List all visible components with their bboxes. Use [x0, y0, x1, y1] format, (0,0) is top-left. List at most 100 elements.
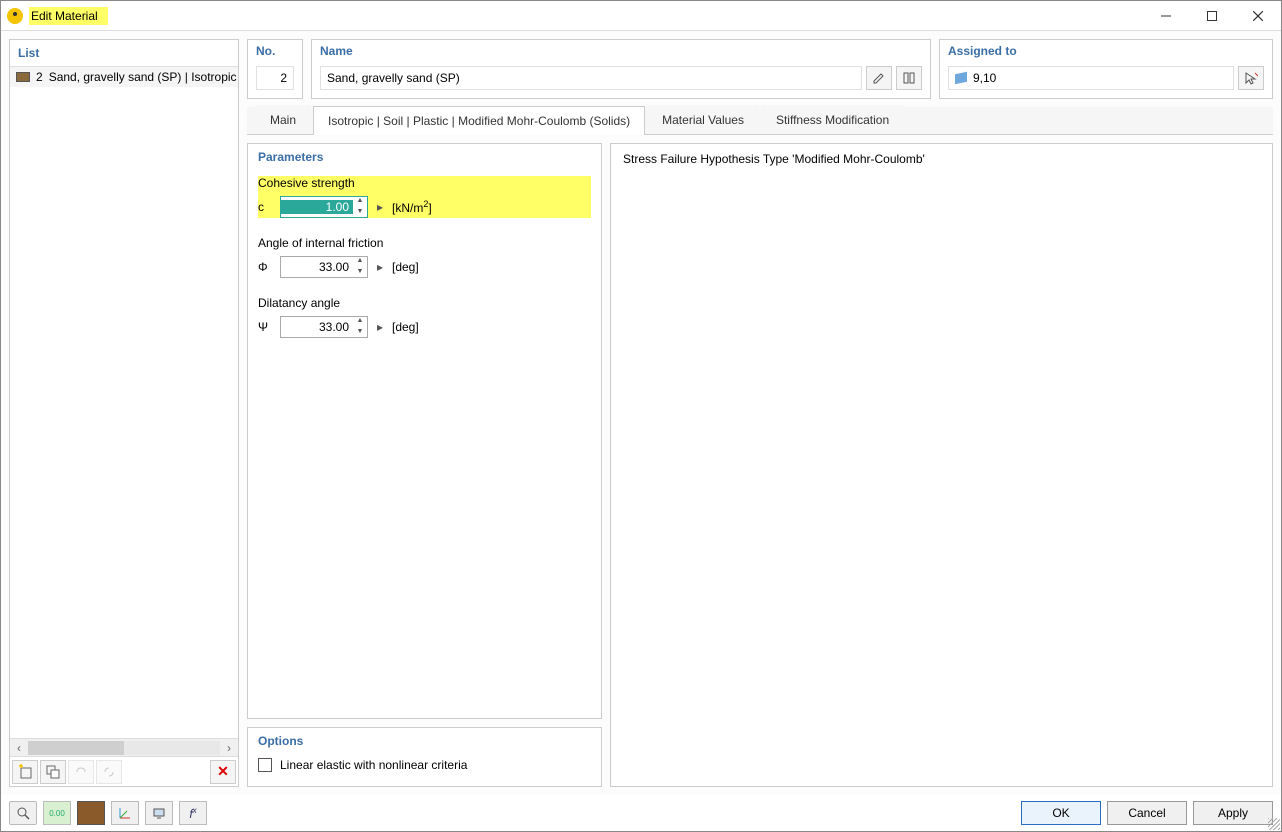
assigned-input[interactable]: 9,10 [948, 66, 1234, 90]
spin-up-icon[interactable]: ▲ [353, 316, 367, 327]
content-area: List 2 Sand, gravelly sand (SP) | Isotro… [1, 31, 1281, 795]
minimize-button[interactable] [1143, 1, 1189, 31]
tab-body: Parameters Cohesive strength c 1.00 ▲▼ [247, 143, 1273, 787]
book-icon [902, 71, 916, 85]
parameters-panel: Parameters Cohesive strength c 1.00 ▲▼ [247, 143, 602, 719]
material-list-panel: List 2 Sand, gravelly sand (SP) | Isotro… [9, 39, 239, 787]
function-button[interactable]: fx [179, 801, 207, 825]
name-input[interactable] [320, 66, 862, 90]
detail-area: No. Name [247, 39, 1273, 787]
parameters-title: Parameters [248, 144, 601, 170]
toolbar-button-3 [68, 760, 94, 784]
tab-stiffness-modification[interactable]: Stiffness Modification [761, 105, 904, 134]
cancel-button[interactable]: Cancel [1107, 801, 1187, 825]
titlebar: Edit Material [1, 1, 1281, 31]
material-list[interactable]: 2 Sand, gravelly sand (SP) | Isotropic |… [10, 67, 238, 738]
close-button[interactable] [1235, 1, 1281, 31]
maximize-icon [1207, 11, 1217, 21]
cursor-pick-icon [1244, 71, 1258, 85]
spin-up-icon[interactable]: ▲ [353, 196, 367, 207]
axis-button[interactable] [111, 801, 139, 825]
scroll-thumb[interactable] [28, 741, 124, 755]
link-icon [73, 764, 89, 780]
list-horizontal-scrollbar[interactable]: ‹ › [10, 738, 238, 756]
scroll-right-arrow[interactable]: › [220, 741, 238, 755]
solid-icon [955, 72, 967, 85]
assigned-label: Assigned to [940, 40, 1272, 62]
spin-down-icon[interactable]: ▼ [353, 267, 367, 278]
edit-name-button[interactable] [866, 66, 892, 90]
info-text: Stress Failure Hypothesis Type 'Modified… [623, 152, 1260, 166]
number-input[interactable] [256, 66, 294, 90]
library-button[interactable] [896, 66, 922, 90]
delete-item-button[interactable]: ✕ [210, 760, 236, 784]
new-icon [17, 764, 33, 780]
cohesive-unit: [kN/m2] [392, 199, 432, 215]
copy-item-button[interactable] [40, 760, 66, 784]
scroll-left-arrow[interactable]: ‹ [10, 741, 28, 755]
dilatancy-spinner[interactable]: ▲▼ [353, 316, 367, 338]
friction-spinner[interactable]: ▲▼ [353, 256, 367, 278]
view-button[interactable] [145, 801, 173, 825]
friction-input[interactable]: 33.00 ▲▼ [280, 256, 368, 278]
color-button[interactable] [77, 801, 105, 825]
dilatancy-value: 33.00 [281, 320, 353, 334]
friction-menu-button[interactable]: ▸ [374, 260, 386, 274]
friction-label: Angle of internal friction [258, 236, 591, 250]
parameters-column: Parameters Cohesive strength c 1.00 ▲▼ [247, 143, 602, 787]
tab-material-values[interactable]: Material Values [647, 105, 759, 134]
cohesive-label: Cohesive strength [258, 176, 591, 190]
friction-symbol: Φ [258, 260, 274, 274]
units-button[interactable]: 0.00 [43, 801, 71, 825]
app-icon [7, 8, 23, 24]
help-button[interactable] [9, 801, 37, 825]
resize-grip[interactable] [1268, 818, 1280, 830]
dilatancy-input[interactable]: 33.00 ▲▼ [280, 316, 368, 338]
dilatancy-menu-button[interactable]: ▸ [374, 320, 386, 334]
spin-down-icon[interactable]: ▼ [353, 207, 367, 218]
copy-icon [45, 764, 61, 780]
apply-button[interactable]: Apply [1193, 801, 1273, 825]
axis-icon [118, 806, 132, 820]
ok-button[interactable]: OK [1021, 801, 1101, 825]
linear-elastic-checkbox[interactable] [258, 758, 272, 772]
dilatancy-unit: [deg] [392, 320, 419, 334]
dilatancy-symbol: Ψ [258, 320, 274, 334]
options-title: Options [248, 728, 601, 754]
list-toolbar: ✕ [10, 756, 238, 786]
list-header: List [10, 40, 238, 67]
param-friction-angle: Angle of internal friction Φ 33.00 ▲▼ ▸ … [258, 236, 591, 278]
edit-material-dialog: Edit Material List 2 Sand, gravelly sand… [0, 0, 1282, 832]
name-group: Name [311, 39, 931, 99]
new-item-button[interactable] [12, 760, 38, 784]
options-panel: Options Linear elastic with nonlinear cr… [247, 727, 602, 787]
assigned-value: 9,10 [973, 71, 996, 85]
cohesive-spinner[interactable]: ▲▼ [353, 196, 367, 218]
list-item-number: 2 [36, 70, 43, 84]
window-title: Edit Material [29, 7, 108, 25]
pencil-icon [872, 71, 886, 85]
scroll-track[interactable] [28, 741, 220, 755]
spin-up-icon[interactable]: ▲ [353, 256, 367, 267]
spin-down-icon[interactable]: ▼ [353, 327, 367, 338]
number-label: No. [248, 40, 302, 62]
pick-assigned-button[interactable] [1238, 66, 1264, 90]
tab-main[interactable]: Main [255, 105, 311, 134]
tab-strip: Main Isotropic | Soil | Plastic | Modifi… [247, 107, 1273, 135]
material-color-swatch [16, 72, 30, 82]
tab-isotropic[interactable]: Isotropic | Soil | Plastic | Modified Mo… [313, 106, 645, 135]
info-panel: Stress Failure Hypothesis Type 'Modified… [610, 143, 1273, 787]
function-icon: fx [189, 806, 196, 821]
maximize-button[interactable] [1189, 1, 1235, 31]
linear-elastic-label: Linear elastic with nonlinear criteria [280, 758, 467, 772]
cohesive-input[interactable]: 1.00 ▲▼ [280, 196, 368, 218]
dilatancy-label: Dilatancy angle [258, 296, 591, 310]
param-cohesive-strength: Cohesive strength c 1.00 ▲▼ ▸ [kN/m2] [258, 176, 591, 218]
top-fields-row: No. Name [247, 39, 1273, 99]
close-icon [1253, 11, 1263, 21]
list-item[interactable]: 2 Sand, gravelly sand (SP) | Isotropic |… [10, 67, 238, 87]
cohesive-symbol: c [258, 200, 274, 214]
delete-icon: ✕ [217, 763, 229, 780]
name-label: Name [312, 40, 930, 62]
cohesive-menu-button[interactable]: ▸ [374, 200, 386, 214]
